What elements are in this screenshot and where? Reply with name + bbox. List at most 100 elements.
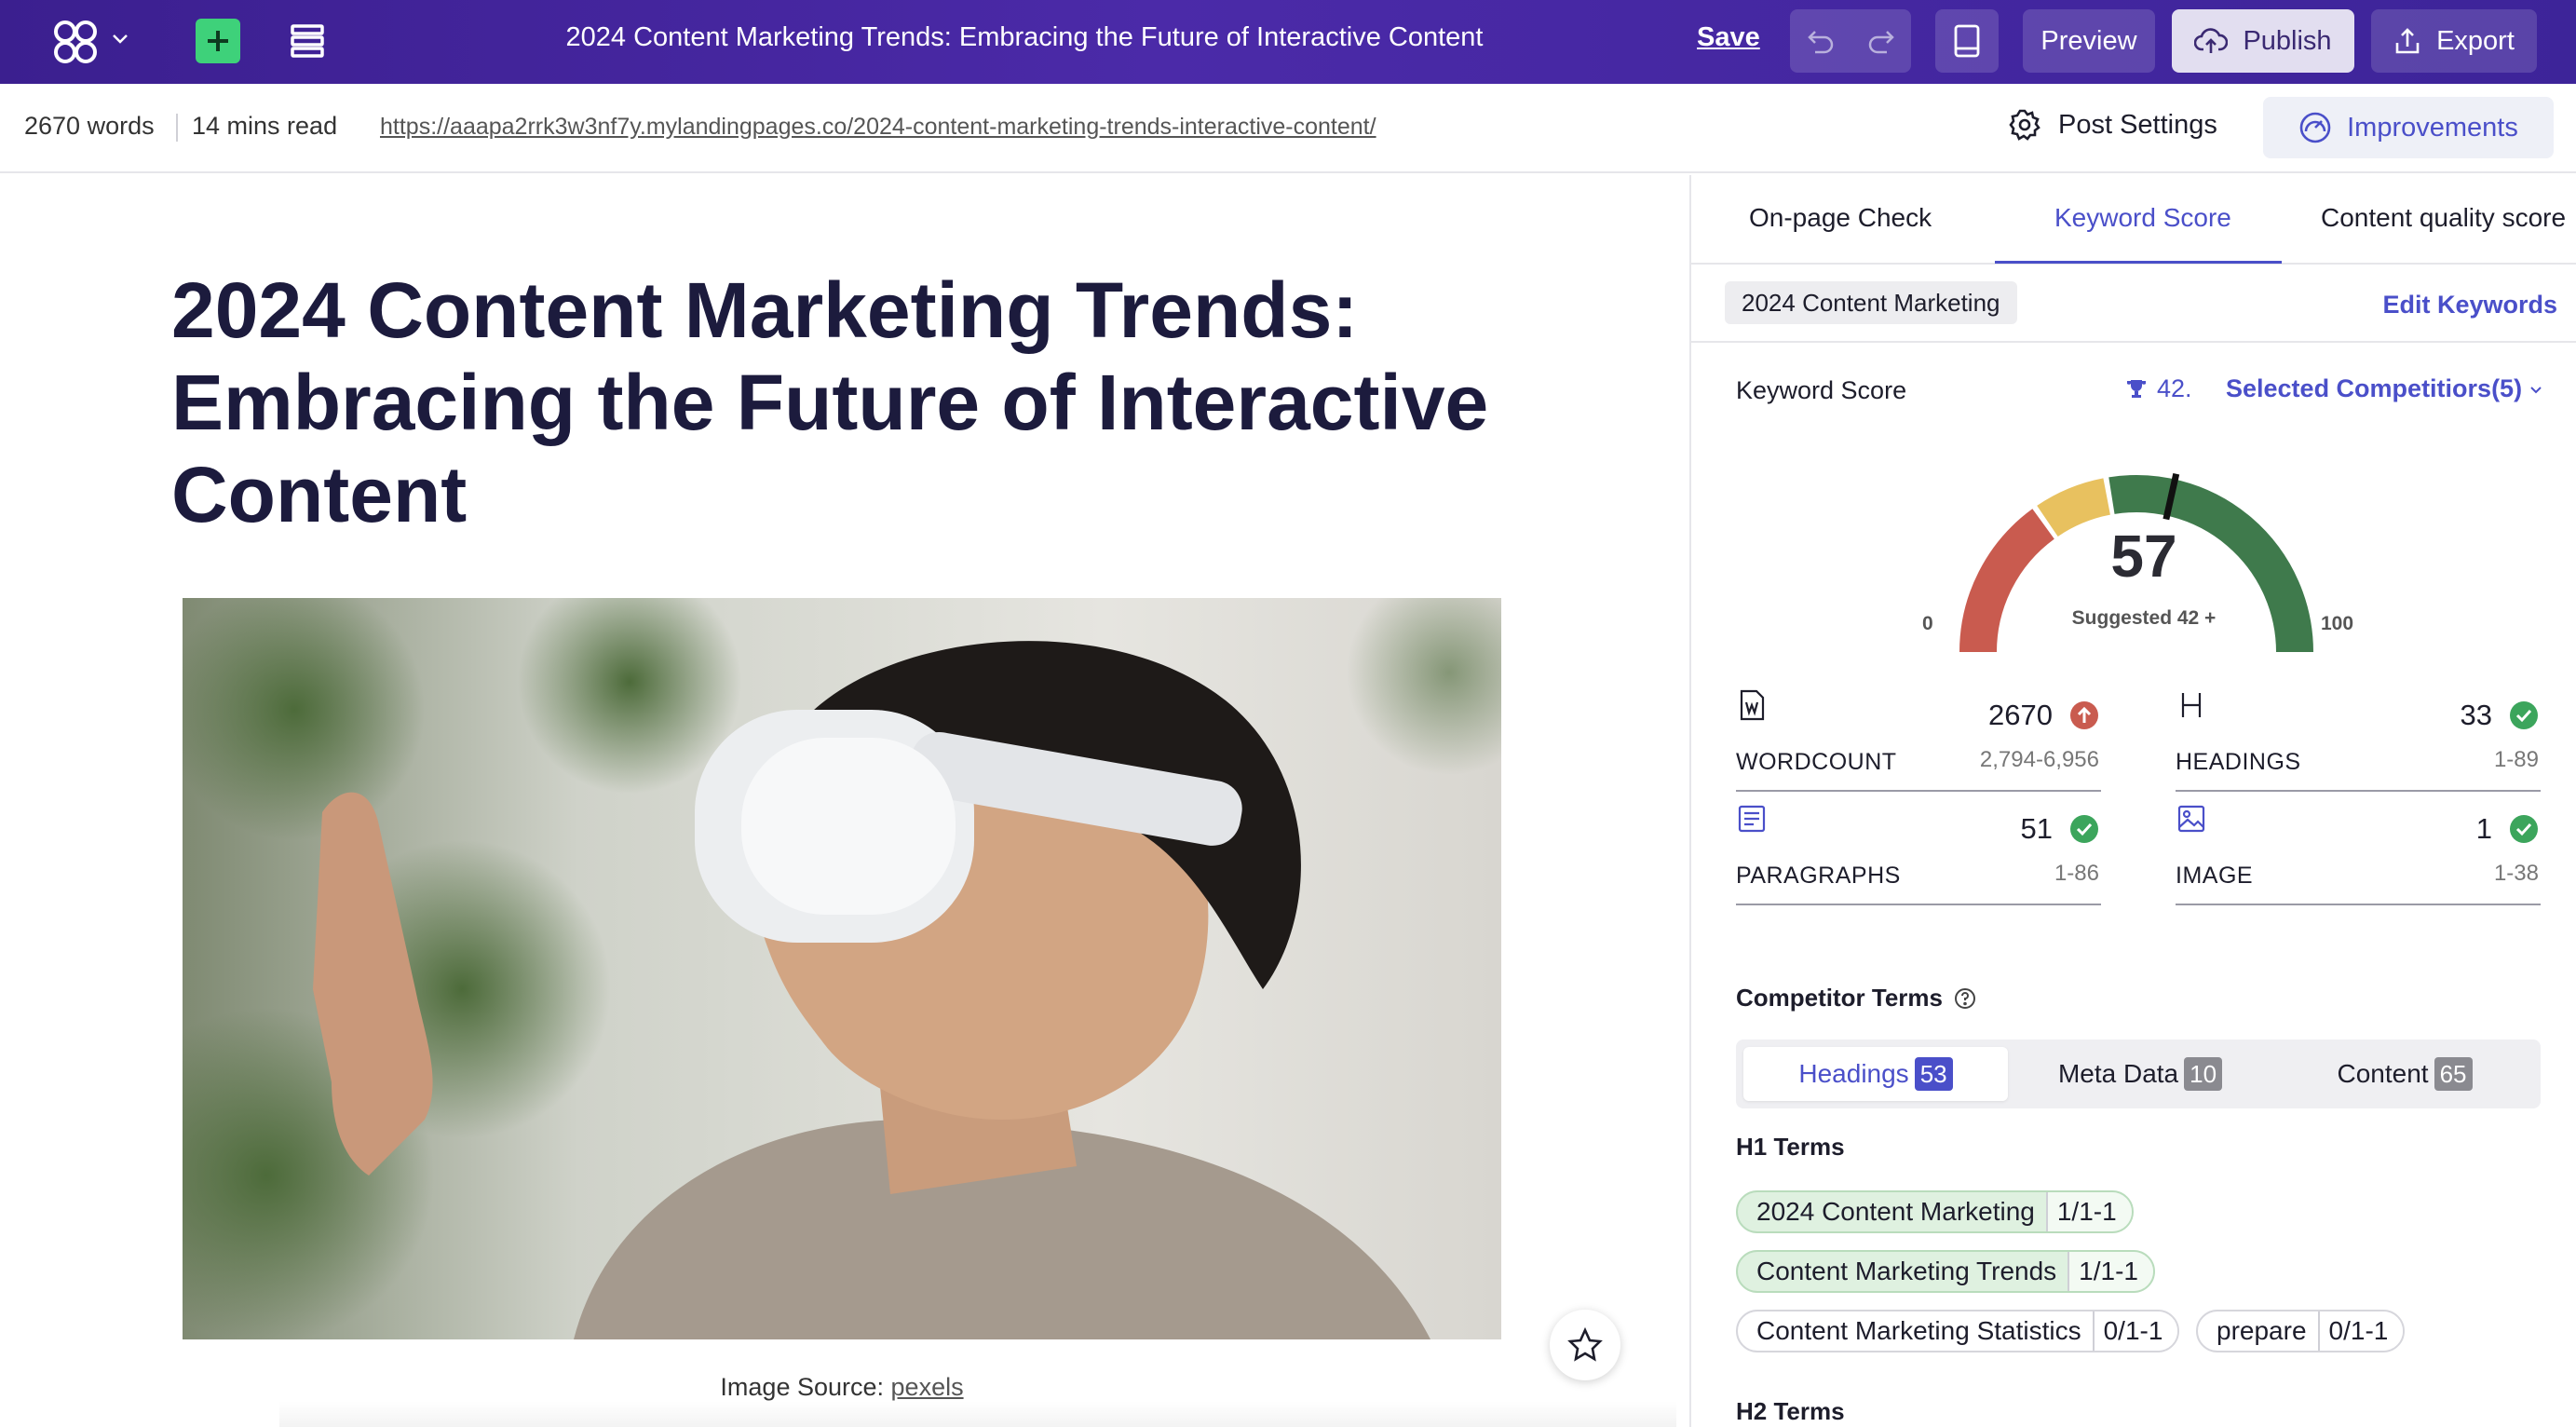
term-chip[interactable]: Content Marketing Trends 1/1-1	[1736, 1250, 2155, 1293]
metric-image: 1 IMAGE 1-38	[2176, 803, 2541, 905]
term-count: 1/1-1	[2069, 1252, 2153, 1291]
article-headline[interactable]: 2024 Content Marketing Trends: Embracing…	[171, 265, 1568, 541]
heading-icon	[2181, 693, 2202, 717]
terms-segment-control: Headings 53 Meta Data 10 Content 65	[1736, 1040, 2541, 1108]
document-info-bar: 2670 words 14 mins read https://aaapa2rr…	[0, 84, 2576, 173]
segment-meta-data-count: 10	[2184, 1057, 2223, 1091]
paragraphs-range: 1-86	[2054, 861, 2099, 886]
arrow-up-warning-icon	[2070, 701, 2098, 729]
read-time: 14 mins read	[192, 112, 338, 140]
selected-competitors-dropdown[interactable]: Selected Competitiors(5)	[2226, 374, 2544, 403]
gauge-max-label: 100	[2321, 613, 2354, 634]
segment-meta-data[interactable]: Meta Data 10	[2008, 1047, 2272, 1101]
competitor-terms-label: Competitor Terms	[1736, 984, 1943, 1012]
chevron-down-icon	[2530, 386, 2542, 393]
star-icon	[1567, 1327, 1603, 1362]
add-block-button[interactable]	[196, 19, 240, 63]
undo-icon[interactable]	[1790, 9, 1851, 73]
segment-headings-count: 53	[1914, 1057, 1953, 1091]
term-name: Content Marketing Trends	[1738, 1252, 2070, 1291]
headings-value: 33	[2460, 699, 2492, 731]
check-circle-icon	[2510, 815, 2538, 843]
save-button[interactable]: Save	[1697, 22, 1760, 53]
segment-headings-label: Headings	[1798, 1059, 1909, 1088]
favorite-button[interactable]	[1550, 1310, 1620, 1380]
segment-content[interactable]: Content 65	[2272, 1047, 2537, 1101]
redo-icon[interactable]	[1851, 9, 1911, 73]
check-circle-icon	[2510, 701, 2538, 729]
keyword-row: 2024 Content Marketing Edit Keywords	[1691, 265, 2576, 343]
term-chip[interactable]: Content Marketing Statistics 0/1-1	[1736, 1310, 2180, 1352]
image-label: IMAGE	[2176, 863, 2254, 889]
gear-icon	[2009, 109, 2040, 141]
scroll-shadow	[279, 1401, 1676, 1427]
logo-icon[interactable]	[50, 17, 101, 67]
h1-terms-heading: H1 Terms	[1736, 1133, 1845, 1161]
export-button[interactable]: Export	[2371, 9, 2537, 73]
preview-button[interactable]: Preview	[2023, 9, 2155, 73]
tab-keyword-score[interactable]: Keyword Score	[2054, 203, 2231, 233]
wordcount-value: 2670	[1988, 699, 2053, 731]
competitor-average: 42.	[2125, 374, 2192, 403]
trophy-icon	[2127, 379, 2146, 398]
document-title: 2024 Content Marketing Trends: Embracing…	[565, 22, 1484, 52]
image-value: 1	[2475, 812, 2492, 845]
term-count: 0/1-1	[2319, 1311, 2404, 1351]
gauge-suggested: Suggested 42 +	[2071, 607, 2217, 629]
active-tab-indicator	[1995, 261, 2282, 264]
metric-headings: 33 HEADINGS 1-89	[2176, 689, 2541, 792]
panel-tabs: On-page Check Keyword Score Content qual…	[1691, 175, 2576, 265]
term-chip[interactable]: prepare 0/1-1	[2196, 1310, 2406, 1352]
gauge-segment-mid	[2037, 478, 2111, 537]
hero-image[interactable]	[183, 598, 1501, 1339]
help-icon[interactable]	[1954, 987, 1976, 1010]
keyword-chip[interactable]: 2024 Content Marketing	[1725, 281, 2017, 324]
segment-headings[interactable]: Headings 53	[1743, 1047, 2008, 1101]
caption-source-link[interactable]: pexels	[891, 1373, 964, 1401]
page-url-link[interactable]: https://aaapa2rrk3w3nf7y.mylandingpages.…	[380, 114, 1376, 141]
top-toolbar: 2024 Content Marketing Trends: Embracing…	[0, 0, 2576, 84]
competitor-average-value: 42.	[2157, 374, 2192, 402]
image-icon	[2177, 805, 2205, 833]
competitor-terms-heading: Competitor Terms	[1736, 984, 1976, 1012]
chevron-down-icon[interactable]	[110, 28, 130, 48]
improvements-button[interactable]: Improvements	[2263, 97, 2554, 158]
term-count: 0/1-1	[2094, 1311, 2178, 1351]
h2-terms-heading: H2 Terms	[1736, 1397, 1845, 1425]
image-range: 1-38	[2493, 861, 2539, 886]
keyword-score-label: Keyword Score	[1736, 376, 1907, 404]
tab-content-quality-score[interactable]: Content quality score	[2321, 203, 2566, 233]
segment-content-label: Content	[2337, 1059, 2429, 1088]
headings-label: HEADINGS	[2176, 749, 2301, 775]
metric-wordcount: 2670 WORDCOUNT 2,794-6,956	[1736, 689, 2101, 792]
gauge-score: 57	[2110, 523, 2177, 590]
post-settings-label: Post Settings	[2058, 109, 2217, 140]
word-document-icon	[1740, 689, 1765, 721]
check-circle-icon	[2070, 815, 2098, 843]
metric-paragraphs: 51 PARAGRAPHS 1-86	[1736, 803, 2101, 905]
seo-panel: On-page Check Keyword Score Content qual…	[1689, 175, 2576, 1427]
segment-content-count: 65	[2434, 1057, 2473, 1091]
word-count: 2670 words	[24, 112, 155, 140]
competitors-label: Selected Competitiors(5)	[2226, 374, 2523, 402]
image-caption: Image Source: pexels	[183, 1373, 1501, 1402]
gauge-segment-low	[1959, 509, 2055, 653]
editor-canvas: 2024 Content Marketing Trends: Embracing…	[0, 175, 1689, 1427]
post-settings-button[interactable]: Post Settings	[2008, 108, 2217, 142]
layers-icon[interactable]	[287, 20, 328, 61]
gauge-icon	[2299, 112, 2331, 143]
history-controls	[1790, 9, 1911, 73]
wordcount-range: 2,794-6,956	[1979, 747, 2099, 772]
term-name: prepare	[2198, 1311, 2320, 1351]
term-name: Content Marketing Statistics	[1738, 1311, 2095, 1351]
plus-icon	[208, 31, 228, 51]
term-chip[interactable]: 2024 Content Marketing 1/1-1	[1736, 1190, 2134, 1233]
gauge-min-label: 0	[1922, 613, 1933, 634]
tablet-icon[interactable]	[1935, 9, 1999, 73]
segment-meta-data-label: Meta Data	[2057, 1059, 2179, 1088]
tab-on-page-check[interactable]: On-page Check	[1749, 203, 1932, 233]
divider	[176, 114, 178, 142]
edit-keywords-button[interactable]: Edit Keywords	[2382, 291, 2557, 319]
headings-range: 1-89	[2493, 747, 2539, 772]
publish-button[interactable]: Publish	[2172, 9, 2354, 73]
